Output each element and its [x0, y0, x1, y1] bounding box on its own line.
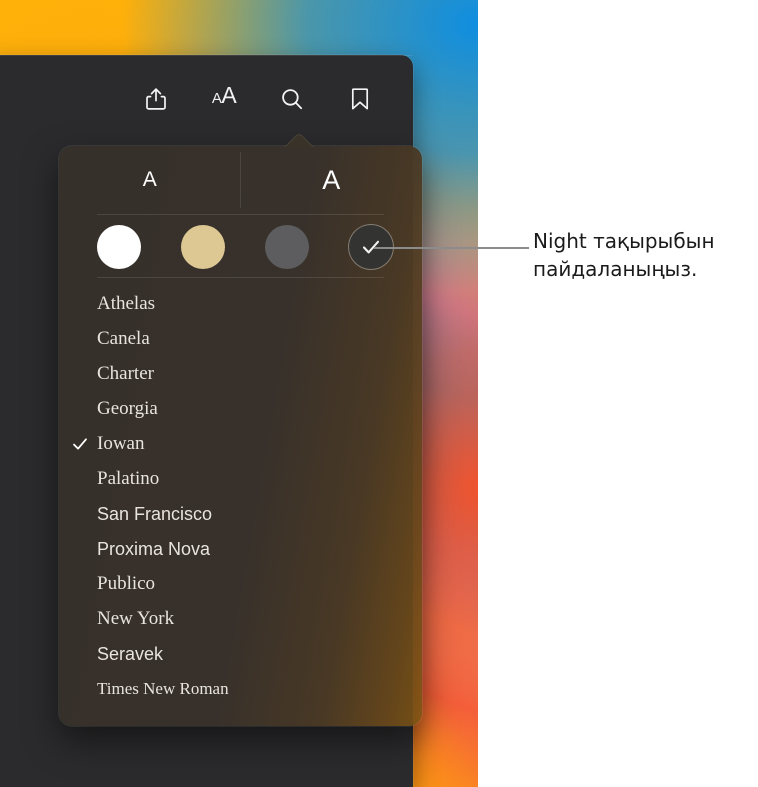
- bookmark-icon: [350, 87, 370, 111]
- font-name: Publico: [97, 573, 156, 594]
- font-name: Proxima Nova: [97, 538, 211, 559]
- font-item-georgia[interactable]: Georgia: [59, 391, 422, 426]
- font-name: Georgia: [97, 398, 158, 419]
- size-row-divider: [240, 152, 241, 208]
- font-item-canela[interactable]: Canela: [59, 321, 422, 356]
- theme-swatch-white[interactable]: [97, 225, 141, 269]
- font-name: Iowan: [97, 433, 145, 454]
- theme-swatch-sepia[interactable]: [181, 225, 225, 269]
- increase-font-size-button[interactable]: A: [241, 146, 423, 214]
- callout-line-2: пайдаланыңыз.: [533, 257, 698, 281]
- callout-annotation: Night тақырыбын пайдаланыңыз.: [533, 227, 758, 283]
- text-appearance-popover: A A Athelas Canela Charter Georgia Iowan…: [59, 133, 423, 726]
- font-name: Athelas: [97, 293, 156, 314]
- popover-divider-top: [97, 214, 384, 215]
- share-icon: [145, 87, 167, 111]
- font-item-new-york[interactable]: New York: [59, 601, 422, 636]
- font-item-charter[interactable]: Charter: [59, 356, 422, 391]
- popover-arrow: [279, 133, 319, 147]
- share-button[interactable]: [139, 82, 173, 116]
- popover-divider-bottom: [97, 277, 384, 278]
- font-item-san-francisco[interactable]: San Francisco: [59, 496, 422, 531]
- theme-swatch-gray[interactable]: [265, 225, 309, 269]
- font-item-iowan[interactable]: Iowan: [59, 426, 422, 461]
- text-size-button[interactable]: A A: [207, 82, 241, 116]
- decrease-font-size-label: A: [142, 168, 157, 191]
- font-item-times-new-roman[interactable]: Times New Roman: [59, 671, 422, 706]
- font-name: Charter: [97, 363, 154, 384]
- font-item-athelas[interactable]: Athelas: [59, 286, 422, 321]
- reader-toolbar: A A: [0, 55, 413, 143]
- increase-font-size-label: A: [322, 164, 341, 195]
- font-name: Seravek: [97, 643, 164, 664]
- font-name: Canela: [97, 328, 150, 349]
- font-name: New York: [97, 608, 175, 629]
- selected-check-icon: [71, 426, 89, 461]
- font-item-seravek[interactable]: Seravek: [59, 636, 422, 671]
- screenshot-root: A A A A Athelas Canela Charter Georgia I…: [0, 0, 758, 787]
- search-icon: [280, 87, 304, 111]
- font-item-proxima-nova[interactable]: Proxima Nova: [59, 531, 422, 566]
- font-name: Palatino: [97, 468, 160, 489]
- text-size-small-a-label: A: [211, 90, 222, 107]
- font-item-publico[interactable]: Publico: [59, 566, 422, 601]
- theme-swatch-row: [97, 220, 393, 274]
- callout-leader-line: [374, 247, 529, 249]
- font-name: Times New Roman: [97, 679, 229, 698]
- font-item-palatino[interactable]: Palatino: [59, 461, 422, 496]
- text-size-large-a-label: A: [221, 82, 237, 108]
- decrease-font-size-button[interactable]: A: [59, 146, 241, 214]
- search-button[interactable]: [275, 82, 309, 116]
- bookmark-button[interactable]: [343, 82, 377, 116]
- font-name: San Francisco: [97, 503, 213, 524]
- font-list: Athelas Canela Charter Georgia Iowan Pal…: [59, 286, 422, 706]
- callout-line-1: Night тақырыбын: [533, 229, 715, 253]
